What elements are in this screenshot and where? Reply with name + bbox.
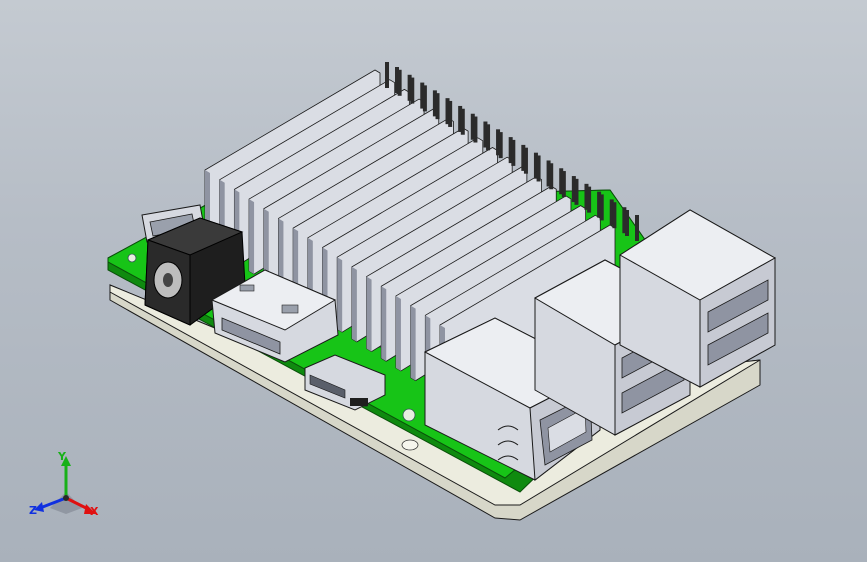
gpio-pin xyxy=(635,215,639,241)
gpio-pin xyxy=(549,163,554,190)
gpio-pin xyxy=(448,100,453,127)
gpio-pin xyxy=(486,124,491,151)
gpio-pin xyxy=(473,116,478,143)
gpio-pin xyxy=(536,155,541,182)
gpio-pin xyxy=(410,77,415,104)
gpio-pin xyxy=(385,62,389,88)
gpio-pin xyxy=(511,139,516,166)
gpio-pin xyxy=(587,186,592,213)
gpio-pin xyxy=(435,93,440,120)
triad-origin xyxy=(63,495,69,501)
gpio-pin xyxy=(523,147,528,174)
mount-hole xyxy=(127,253,137,263)
gpio-pin xyxy=(397,69,402,96)
gpio-pin xyxy=(422,85,427,112)
cad-viewport[interactable]: X Y Z xyxy=(0,0,867,562)
gpio-pin xyxy=(574,178,579,205)
triad-z-label: Z xyxy=(29,504,37,517)
gpio-pin xyxy=(498,132,503,159)
triad-y-label: Y xyxy=(58,450,66,463)
gpio-pin xyxy=(599,194,604,221)
pcb-3d-model[interactable] xyxy=(0,0,867,562)
mount-hole xyxy=(402,408,416,422)
triad-x-label: X xyxy=(90,505,99,518)
gpio-pin xyxy=(612,202,617,229)
gpio-pin xyxy=(561,171,566,198)
gpio-pin xyxy=(625,210,629,236)
gpio-pin xyxy=(460,108,465,135)
